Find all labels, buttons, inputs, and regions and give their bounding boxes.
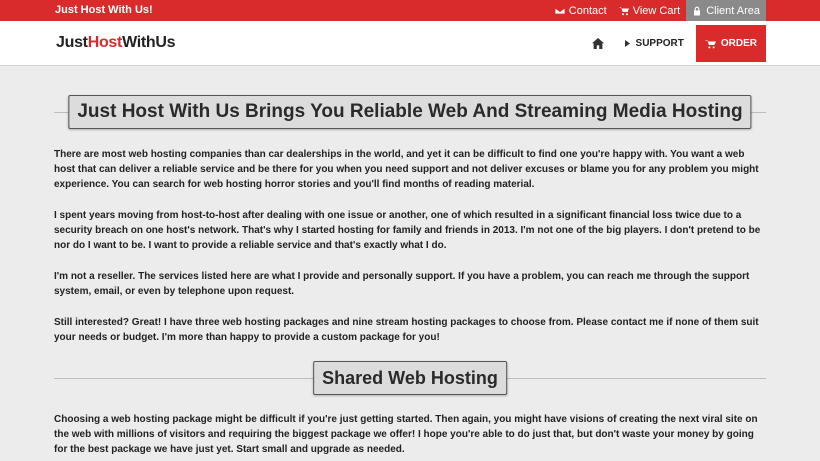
envelope-icon	[554, 7, 565, 14]
intro-paragraph-2: I spent years moving from host-to-host a…	[54, 210, 761, 251]
chevron-right-icon	[624, 40, 630, 47]
logo-text-withus: WithUs	[122, 34, 176, 51]
shared-hosting-heading-block: Shared Web Hosting	[0, 361, 820, 395]
lock-icon	[694, 6, 701, 15]
order-button[interactable]: ORDER	[695, 25, 766, 62]
main-nav: SUPPORT ORDER	[585, 25, 766, 62]
intro-heading-block: Just Host With Us Brings You Reliable We…	[0, 95, 820, 129]
home-icon	[591, 38, 604, 49]
logo-text-host: Host	[87, 34, 123, 51]
support-menu[interactable]: SUPPORT	[611, 25, 696, 62]
support-label: SUPPORT	[635, 38, 684, 49]
view-cart-label: View Cart	[632, 4, 681, 17]
site-header: JustHostWithUs SUPPORT ORDER	[0, 21, 820, 66]
tagline: Just Host With Us!	[55, 4, 153, 16]
order-label: ORDER	[720, 38, 757, 49]
cart-icon	[618, 6, 629, 15]
client-area-label: Client Area	[706, 4, 760, 17]
top-links: Contact View Cart Client Area	[549, 0, 766, 21]
shared-hosting-title: Shared Web Hosting	[313, 361, 507, 395]
contact-label: Contact	[568, 4, 607, 17]
intro-paragraph-3: I'm not a reseller. The services listed …	[54, 271, 750, 297]
intro-paragraph-4: Still interested? Great! I have three we…	[54, 317, 759, 343]
home-button[interactable]	[585, 25, 611, 62]
logo-text-just: Just	[56, 34, 88, 51]
view-cart-link[interactable]: View Cart	[613, 0, 686, 21]
site-logo[interactable]: JustHostWithUs	[56, 34, 176, 52]
contact-link[interactable]: Contact	[549, 0, 613, 21]
page-title: Just Host With Us Brings You Reliable We…	[68, 95, 752, 129]
top-bar: Just Host With Us! Contact View Cart Cli…	[0, 0, 820, 21]
shared-hosting-paragraph: Choosing a web hosting package might be …	[54, 414, 758, 455]
main-content: Just Host With Us Brings You Reliable We…	[0, 67, 820, 457]
intro-paragraph-1: There are most web hosting companies tha…	[54, 149, 759, 190]
client-area-link[interactable]: Client Area	[686, 0, 766, 21]
cart-icon	[704, 39, 716, 48]
